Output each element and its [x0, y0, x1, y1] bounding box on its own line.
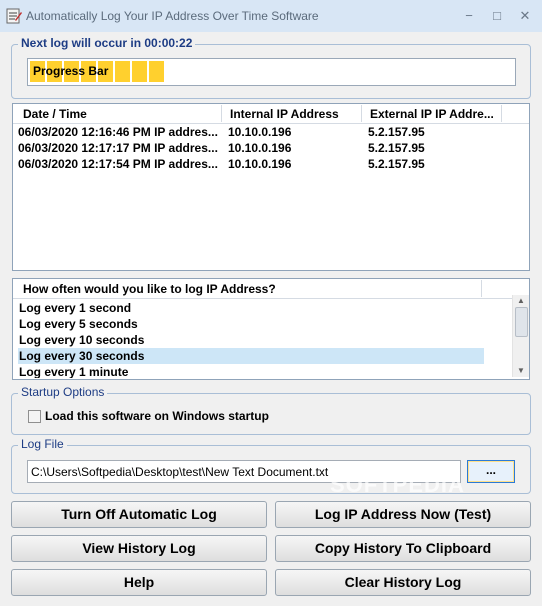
title-bar[interactable]: Automatically Log Your IP Address Over T… [0, 0, 542, 32]
view-history-log-button[interactable]: View History Log [11, 535, 267, 562]
cell-date-time: 06/03/2020 12:17:54 PM IP addres... [18, 157, 218, 171]
copy-history-button[interactable]: Copy History To Clipboard [275, 535, 531, 562]
log-ip-now-button[interactable]: Log IP Address Now (Test) [275, 501, 531, 528]
window-title: Automatically Log Your IP Address Over T… [26, 9, 319, 23]
log-table[interactable]: Date / Time Internal IP Address External… [12, 103, 530, 271]
frequency-header-label: How often would you like to log IP Addre… [23, 282, 276, 296]
table-row[interactable]: 06/03/2020 12:17:54 PM IP addres... 10.1… [13, 156, 529, 172]
frequency-list[interactable]: How often would you like to log IP Addre… [12, 278, 530, 380]
list-item[interactable]: Log every 1 second [18, 300, 484, 316]
app-icon [6, 8, 22, 24]
cell-internal-ip: 10.10.0.196 [228, 157, 292, 171]
help-button[interactable]: Help [11, 569, 267, 596]
next-log-label: Next log will occur in 00:00:22 [18, 36, 196, 50]
table-row[interactable]: 06/03/2020 12:16:46 PM IP addres... 10.1… [13, 124, 529, 140]
progress-chunk [149, 61, 164, 82]
cell-date-time: 06/03/2020 12:16:46 PM IP addres... [18, 125, 218, 139]
cell-internal-ip: 10.10.0.196 [228, 141, 292, 155]
startup-checkbox[interactable] [28, 410, 41, 423]
clear-history-log-button[interactable]: Clear History Log [275, 569, 531, 596]
table-row[interactable]: 06/03/2020 12:17:17 PM IP addres... 10.1… [13, 140, 529, 156]
column-internal-ip[interactable]: Internal IP Address [230, 107, 339, 121]
minimize-button[interactable]: − [458, 6, 480, 26]
progress-chunk [132, 61, 147, 82]
cell-internal-ip: 10.10.0.196 [228, 125, 292, 139]
progress-label: Progress Bar [33, 64, 109, 78]
progress-bar: Progress Bar [27, 58, 516, 86]
frequency-scrollbar[interactable]: ▲ ▼ [512, 295, 529, 377]
progress-chunk [115, 61, 130, 82]
list-item[interactable]: Log every 10 seconds [18, 332, 484, 348]
scroll-up-icon[interactable]: ▲ [516, 296, 526, 306]
scroll-down-icon[interactable]: ▼ [516, 366, 526, 376]
cell-external-ip: 5.2.157.95 [368, 141, 425, 155]
cell-external-ip: 5.2.157.95 [368, 125, 425, 139]
list-item[interactable]: Log every 1 minute [18, 364, 484, 378]
softpedia-watermark: SOFTPEDIA [330, 472, 465, 497]
browse-button[interactable]: ... [467, 460, 515, 483]
log-table-header: Date / Time Internal IP Address External… [13, 104, 529, 124]
log-file-path-value: C:\Users\Softpedia\Desktop\test\New Text… [31, 465, 329, 479]
client-area: Next log will occur in 00:00:22 Progress… [0, 32, 542, 606]
column-date-time[interactable]: Date / Time [23, 107, 87, 121]
cell-date-time: 06/03/2020 12:17:17 PM IP addres... [18, 141, 218, 155]
log-file-legend: Log File [18, 437, 67, 451]
next-log-group: Next log will occur in 00:00:22 Progress… [11, 36, 531, 99]
close-button[interactable]: ✕ [514, 6, 536, 26]
cell-external-ip: 5.2.157.95 [368, 157, 425, 171]
list-item-selected[interactable]: Log every 30 seconds [18, 348, 484, 364]
frequency-header: How often would you like to log IP Addre… [13, 279, 513, 299]
turn-off-automatic-log-button[interactable]: Turn Off Automatic Log [11, 501, 267, 528]
list-item[interactable]: Log every 5 seconds [18, 316, 484, 332]
column-external-ip[interactable]: External IP IP Addre... [370, 107, 494, 121]
startup-options-group: Startup Options Load this software on Wi… [11, 385, 531, 435]
startup-checkbox-label[interactable]: Load this software on Windows startup [45, 409, 269, 423]
scroll-thumb[interactable] [515, 307, 528, 337]
startup-options-legend: Startup Options [18, 385, 108, 399]
maximize-button[interactable]: □ [486, 6, 508, 26]
